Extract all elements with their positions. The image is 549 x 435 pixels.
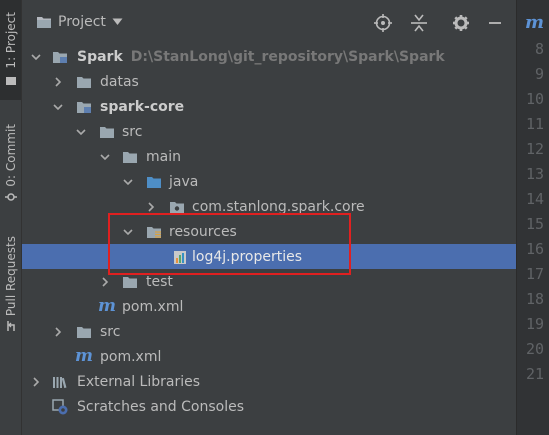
tree-label-spark: Spark D:\StanLong\git_repository\Spark\Sp…: [77, 49, 445, 65]
tree-row-root-src[interactable]: src: [22, 319, 516, 344]
tree-label-root-src: src: [100, 323, 121, 340]
crosshair-icon: [374, 14, 392, 32]
tool-window-strip: 1: Project 0: Commit Pull Requests: [0, 0, 22, 435]
module-folder-icon: [53, 51, 67, 63]
chevron-down-icon: [53, 103, 63, 110]
chevron-right-icon: [33, 376, 40, 387]
tab-commit[interactable]: 0: Commit: [0, 118, 21, 208]
line-number: 20: [525, 340, 544, 358]
project-panel-header: Project: [22, 0, 516, 47]
chevron-down-icon: [100, 153, 110, 160]
tree-label-main: main: [146, 148, 181, 165]
line-number: 16: [525, 240, 544, 258]
tree-label-src: src: [122, 123, 143, 140]
gear-icon: [453, 15, 469, 31]
chevron-right-icon: [55, 326, 62, 337]
tree-row-spark[interactable]: Spark D:\StanLong\git_repository\Spark\Sp…: [22, 44, 516, 69]
line-number: 17: [525, 265, 544, 283]
project-view-selector[interactable]: Project: [36, 14, 123, 30]
line-number: 8: [534, 40, 544, 58]
line-number: 21: [525, 365, 544, 383]
line-number: 14: [525, 190, 544, 208]
source-folder-icon: [147, 176, 161, 188]
tab-pull-requests-label: Pull Requests: [3, 236, 18, 317]
collapse-icon: [411, 14, 427, 32]
editor-gutter: m 8 9 10 11 12 13 14 15 16 17 18 19 20 21: [516, 0, 549, 435]
tab-project[interactable]: 1: Project: [0, 0, 21, 100]
highlight-box: [108, 213, 351, 275]
folder-icon: [77, 326, 91, 338]
tab-commit-label: 0: Commit: [3, 124, 18, 187]
tab-project-label: 1: Project: [3, 12, 18, 69]
hide-panel-button[interactable]: [486, 14, 504, 32]
tree-row-spark-core[interactable]: spark-core: [22, 94, 516, 119]
maven-icon: m: [525, 12, 545, 33]
tree-label-datas: datas: [100, 73, 139, 90]
line-number: 18: [525, 290, 544, 308]
module-folder-icon: [77, 101, 91, 113]
maven-icon: m: [98, 296, 116, 316]
locate-file-button[interactable]: [374, 14, 392, 32]
line-number: 15: [525, 215, 544, 233]
folder-icon: [37, 17, 51, 28]
root-name: Spark: [77, 48, 123, 65]
root-path: D:\StanLong\git_repository\Spark\Spark: [130, 48, 445, 65]
tree-label-test: test: [146, 273, 173, 290]
tree-label-java: java: [169, 173, 199, 190]
tree-row-main[interactable]: main: [22, 144, 516, 169]
tree-label-root-pom: pom.xml: [100, 348, 162, 365]
tree-label-core-pom: pom.xml: [122, 298, 184, 315]
chevron-down-icon: [31, 53, 41, 60]
folder-icon: [100, 126, 114, 138]
tree-row-java[interactable]: java: [22, 169, 516, 194]
chevron-right-icon: [55, 76, 62, 87]
tree-row-src[interactable]: src: [22, 119, 516, 144]
chevron-right-icon: [148, 201, 155, 212]
collapse-all-button[interactable]: [410, 14, 428, 32]
project-tab-icon: [5, 76, 16, 85]
maven-icon: m: [75, 346, 93, 366]
scratches-icon: [52, 398, 68, 414]
tree-row-external-libraries[interactable]: External Libraries: [22, 369, 516, 394]
settings-button[interactable]: [452, 14, 470, 32]
tree-row-scratches[interactable]: Scratches and Consoles: [22, 394, 516, 419]
chevron-right-icon: [102, 276, 109, 287]
folder-icon: [123, 276, 137, 288]
pull-request-icon: [6, 321, 15, 332]
tree-row-core-pom[interactable]: m pom.xml: [22, 294, 516, 319]
minimize-icon: [489, 22, 501, 24]
commit-icon: [4, 192, 17, 201]
tab-pull-requests[interactable]: Pull Requests: [0, 232, 21, 342]
chevron-down-icon: [76, 128, 86, 135]
line-number: 12: [525, 140, 544, 158]
chevron-down-icon: [123, 178, 133, 185]
line-number: 11: [525, 115, 544, 133]
line-number: 19: [525, 315, 544, 333]
chevron-down-icon: [112, 18, 123, 25]
panel-title: Project: [58, 14, 106, 30]
line-number: 9: [534, 65, 544, 83]
tree-row-datas[interactable]: datas: [22, 69, 516, 94]
tree-label-scratches: Scratches and Consoles: [77, 398, 244, 415]
tree-label-external-libraries: External Libraries: [77, 373, 200, 390]
folder-icon: [77, 76, 91, 88]
folder-icon: [123, 151, 137, 163]
line-number: 13: [525, 165, 544, 183]
tree-label-spark-core: spark-core: [100, 98, 185, 115]
line-number: 10: [525, 90, 544, 108]
tree-row-root-pom[interactable]: m pom.xml: [22, 344, 516, 369]
library-icon: [53, 376, 67, 388]
